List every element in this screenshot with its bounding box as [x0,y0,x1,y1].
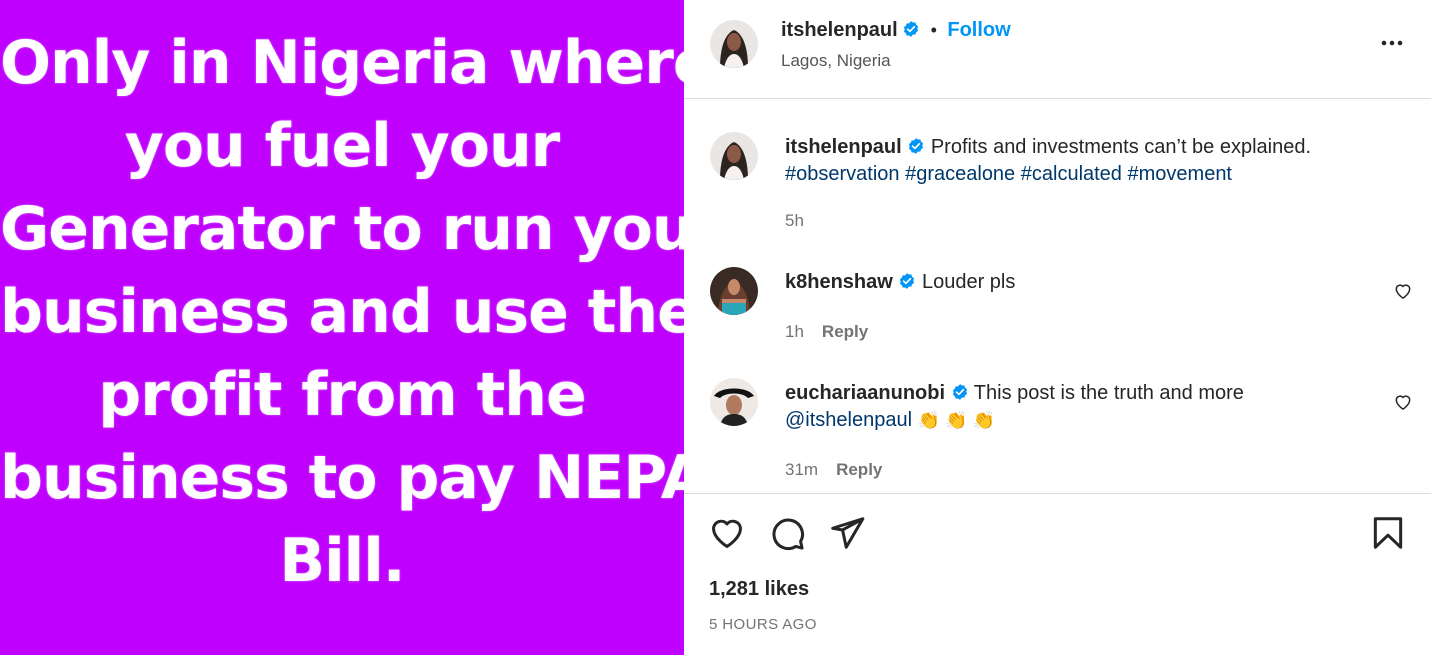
header-separator: • [930,20,937,40]
post-header: itshelenpaul • Follow Lagos, Nigeria [684,0,1431,99]
reply-button[interactable]: Reply [836,460,882,479]
caption-username[interactable]: itshelenpaul [785,136,902,158]
header-title-row: itshelenpaul • Follow [781,19,1011,42]
comment-text: euchariaanunobi This post is the truth a… [785,380,1385,434]
hashtag-link[interactable]: #observation [785,163,900,185]
hashtag-link[interactable]: #gracealone [905,163,1015,185]
caption-text: itshelenpaul Profits and investments can… [785,134,1405,188]
bookmark-icon[interactable] [1369,514,1407,552]
hashtag-link[interactable]: #calculated [1021,163,1122,185]
comment-body: Louder pls [921,271,1016,293]
comment-icon[interactable] [768,514,806,552]
heart-icon[interactable] [1393,281,1413,301]
avatar[interactable] [710,20,758,68]
image-text-line: business to pay NEPA [0,443,684,513]
comment-time[interactable]: 1h [785,322,804,341]
avatar[interactable] [710,378,758,426]
image-text-line: Only in Nigeria where [0,28,684,98]
post-image[interactable]: Only in Nigeria where you fuel your Gene… [0,0,684,655]
comment-meta: 31m Reply [785,460,882,480]
avatar[interactable] [710,267,758,315]
comment-username[interactable]: euchariaanunobi [785,382,945,404]
post-time[interactable]: 5 HOURS AGO [709,616,817,633]
caption-time[interactable]: 5h [785,211,804,231]
post-location[interactable]: Lagos, Nigeria [781,51,891,71]
follow-button[interactable]: Follow [947,19,1010,41]
heart-icon[interactable] [708,514,746,552]
action-bar [684,510,1431,558]
image-text-line: business and use the [0,277,684,347]
verified-badge-icon [900,273,915,289]
post-side-panel: itshelenpaul • Follow Lagos, Nigeria its… [684,0,1431,655]
hashtag-link[interactable]: #movement [1128,163,1233,185]
clapping-hands-emoji: 👏 👏 👏 [917,410,995,430]
verified-badge-icon [904,21,919,37]
comment-text: k8henshaw Louder pls [785,269,1365,296]
avatar[interactable] [710,132,758,180]
comment-time[interactable]: 31m [785,460,818,479]
mention-link[interactable]: @itshelenpaul [785,409,912,431]
post-image-text: Only in Nigeria where you fuel your Gene… [0,22,684,603]
comment-meta: 1h Reply [785,322,868,342]
divider [684,493,1431,494]
image-text-line: profit from the [98,360,586,430]
comment-username[interactable]: k8henshaw [785,271,893,293]
share-icon[interactable] [828,514,866,552]
heart-icon[interactable] [1393,392,1413,412]
caption-body: Profits and investments can’t be explain… [930,136,1312,158]
image-text-line: Bill. [279,526,405,596]
header-username[interactable]: itshelenpaul [781,19,898,41]
likes-count[interactable]: 1,281 likes [709,578,809,601]
verified-badge-icon [909,138,924,154]
reply-button[interactable]: Reply [822,322,868,341]
image-text-line: you fuel your [124,111,561,181]
verified-badge-icon [952,384,967,400]
more-horizontal-icon[interactable] [1379,30,1405,56]
image-text-line: Generator to run your [0,194,684,264]
comment-body: This post is the truth and more [973,382,1244,404]
